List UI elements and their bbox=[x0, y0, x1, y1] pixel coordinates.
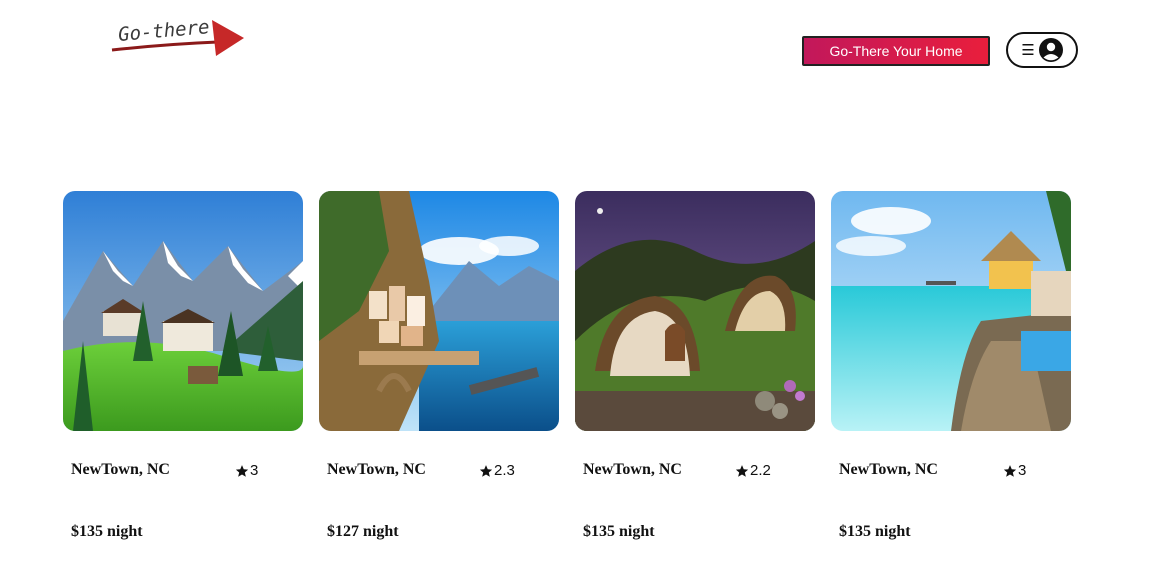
listing-card[interactable]: NewTown, NC 3 $135 night bbox=[63, 191, 303, 540]
rating-value: 2.3 bbox=[494, 462, 515, 479]
listing-rating: 3 bbox=[1003, 462, 1026, 479]
rating-value: 2.2 bbox=[750, 462, 771, 479]
listing-location: NewTown, NC bbox=[839, 461, 938, 478]
listing-price: $135 night bbox=[839, 523, 911, 540]
listing-location: NewTown, NC bbox=[327, 461, 426, 478]
host-your-home-button[interactable]: Go-There Your Home bbox=[802, 36, 990, 66]
listing-card[interactable]: NewTown, NC 2.3 $127 night bbox=[319, 191, 559, 540]
listing-price: $135 night bbox=[71, 523, 143, 540]
star-icon bbox=[1003, 464, 1017, 477]
logo[interactable]: Go-there bbox=[108, 14, 248, 64]
star-icon bbox=[235, 464, 249, 477]
listing-location: NewTown, NC bbox=[71, 461, 170, 478]
listing-card[interactable]: NewTown, NC 2.2 $135 night bbox=[575, 191, 815, 540]
listing-image-hobbit-house[interactable] bbox=[575, 191, 815, 431]
listing-rating: 2.2 bbox=[735, 462, 771, 479]
listing-location: NewTown, NC bbox=[583, 461, 682, 478]
listing-rating: 2.3 bbox=[479, 462, 515, 479]
rating-value: 3 bbox=[250, 462, 259, 479]
listing-rating: 3 bbox=[235, 462, 258, 479]
hamburger-icon: ☰ bbox=[1021, 41, 1035, 59]
listing-image-alpine[interactable] bbox=[63, 191, 303, 431]
user-menu-button[interactable]: ☰ bbox=[1006, 32, 1078, 68]
user-avatar-icon bbox=[1038, 38, 1063, 62]
listing-image-tropical-beach[interactable] bbox=[831, 191, 1071, 431]
rating-value: 3 bbox=[1018, 462, 1027, 479]
star-icon bbox=[479, 464, 493, 477]
listing-price: $127 night bbox=[327, 523, 399, 540]
listing-price: $135 night bbox=[583, 523, 655, 540]
listing-image-coastal[interactable] bbox=[319, 191, 559, 431]
listing-card[interactable]: NewTown, NC 3 $135 night bbox=[831, 191, 1071, 540]
star-icon bbox=[735, 464, 749, 477]
